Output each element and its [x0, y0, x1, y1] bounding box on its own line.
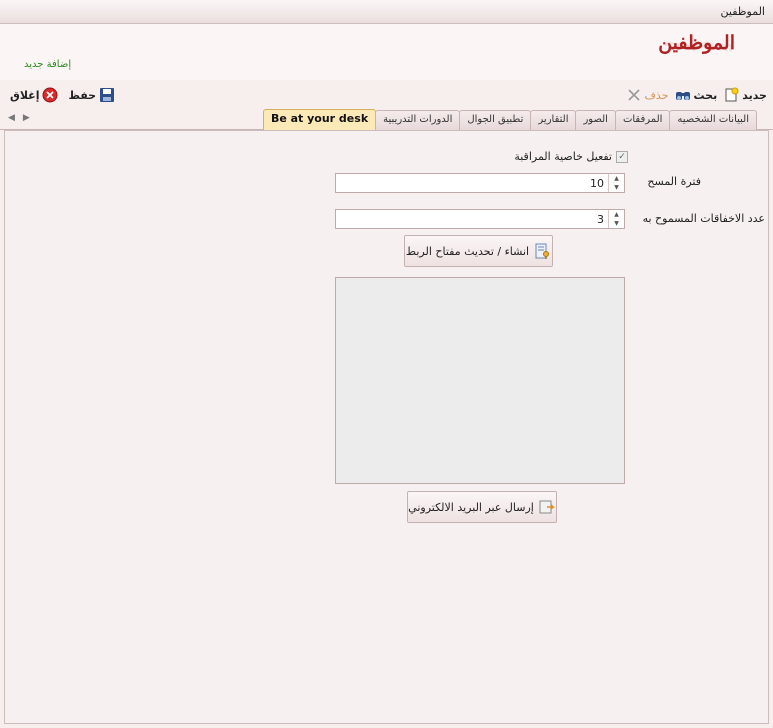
window-title: الموظفين: [720, 5, 765, 18]
tab-scroll-left-icon[interactable]: ◀: [8, 113, 15, 123]
search-button-label: بحث: [693, 88, 718, 102]
monitor-checkbox-label: تفعيل خاصية المراقبة: [514, 150, 612, 163]
scan-period-stepper[interactable]: 10 ▲ ▼: [335, 173, 625, 193]
save-disk-icon: [100, 88, 115, 102]
tab-training-courses[interactable]: الدورات التدريبية: [375, 110, 461, 130]
send-document-icon: [539, 500, 555, 514]
delete-x-icon: [627, 89, 640, 101]
tab-personal-data[interactable]: البيانات الشخصيه: [669, 110, 757, 130]
tab-strip: ◀ ▶ Be at your desk الدورات التدريبية تط…: [0, 108, 773, 130]
tab-scroll-arrows: ◀ ▶: [8, 113, 30, 123]
tab-photos[interactable]: الصور: [575, 110, 616, 130]
delete-button-label: حذف: [644, 88, 669, 102]
tabs: Be at your desk الدورات التدريبية تطبيق …: [262, 109, 757, 130]
scan-period-arrows[interactable]: ▲ ▼: [608, 174, 624, 192]
failures-stepper[interactable]: 3 ▲ ▼: [335, 209, 625, 229]
scan-period-down-icon[interactable]: ▼: [609, 183, 624, 192]
toolbar-main: جديد بحث حذف: [626, 86, 767, 104]
close-circle-icon: [42, 87, 58, 103]
scan-period-value: 10: [590, 177, 604, 190]
failures-label: عدد الاخفاقات المسموح به: [642, 212, 765, 225]
page-header: الموظفين الموظفين إضافة جديد: [0, 24, 773, 80]
tab-attachments[interactable]: المرفقات: [614, 110, 671, 130]
save-button[interactable]: حفظ: [68, 87, 115, 103]
key-textarea[interactable]: [335, 277, 625, 484]
delete-button[interactable]: حذف: [626, 87, 669, 103]
binoculars-icon: [675, 92, 690, 100]
close-button-label: إغلاق: [10, 88, 40, 102]
failures-value: 3: [597, 213, 604, 226]
failures-up-icon[interactable]: ▲: [609, 210, 624, 219]
failures-down-icon[interactable]: ▼: [609, 219, 624, 228]
new-document-icon: [725, 87, 739, 102]
page-title-reflection: الموظفين: [664, 42, 733, 52]
key-document-icon: [535, 243, 550, 259]
search-button[interactable]: بحث: [675, 87, 718, 103]
new-button[interactable]: جديد: [723, 87, 767, 103]
tab-mobile-app[interactable]: تطبيق الجوال: [459, 110, 532, 130]
generate-key-button[interactable]: انشاء / تحديث مفتاح الربط: [404, 235, 553, 267]
send-email-button[interactable]: إرسال عبر البريد الالكتروني: [407, 491, 557, 523]
toolbar-secondary: إغلاق حفظ: [10, 86, 115, 104]
scan-period-up-icon[interactable]: ▲: [609, 174, 624, 183]
tab-scroll-right-icon[interactable]: ▶: [23, 113, 30, 123]
generate-key-button-label: انشاء / تحديث مفتاح الربط: [405, 244, 530, 258]
failures-arrows[interactable]: ▲ ▼: [608, 210, 624, 228]
send-email-button-label: إرسال عبر البريد الالكتروني: [408, 500, 534, 514]
title-bar: الموظفين: [0, 0, 773, 24]
new-button-label: جديد: [742, 88, 767, 102]
scan-period-label: فترة المسح: [647, 175, 701, 188]
close-button[interactable]: إغلاق: [10, 87, 58, 103]
save-button-label: حفظ: [68, 88, 97, 102]
tab-be-at-your-desk[interactable]: Be at your desk: [262, 109, 377, 130]
monitor-checkbox[interactable]: ✓: [616, 150, 628, 163]
tab-reports[interactable]: التقارير: [530, 110, 577, 130]
add-new-status: إضافة جديد: [24, 59, 72, 70]
monitor-checkbox-row[interactable]: ✓ تفعيل خاصية المراقبة: [514, 150, 628, 163]
